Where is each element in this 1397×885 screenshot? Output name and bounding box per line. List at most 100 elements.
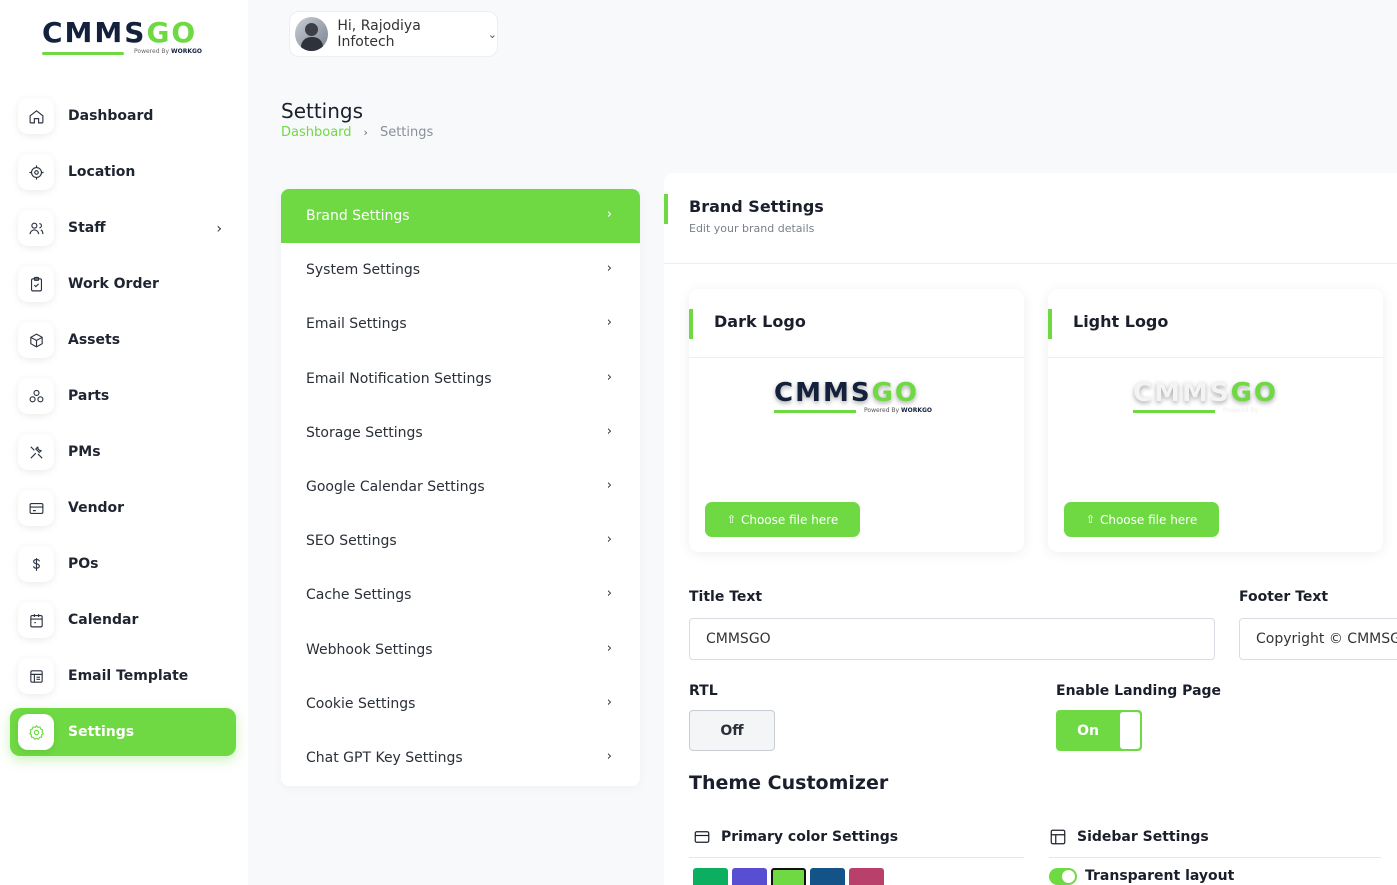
chevron-right-icon: ›: [606, 640, 612, 656]
sidebar-item-label: Calendar: [68, 612, 139, 628]
page-title: Settings: [281, 99, 364, 123]
heading-label: Sidebar Settings: [1077, 829, 1209, 845]
card-icon: [18, 490, 54, 526]
sidebar-item-pms[interactable]: PMs: [10, 428, 236, 476]
settings-menu-label: Chat GPT Key Settings: [306, 749, 463, 766]
chevron-down-icon: ⌄: [487, 27, 497, 41]
logo-wordmark: CMMSGO: [42, 16, 198, 49]
settings-menu-seo[interactable]: SEO Settings ›: [281, 514, 640, 568]
light-logo-card: Light Logo CMMSGO Powered By WORKGO ⇧ Ch…: [1048, 289, 1383, 552]
rtl-toggle[interactable]: Off: [689, 710, 775, 751]
panel-header: Brand Settings Edit your brand details: [664, 173, 1397, 264]
chevron-right-icon: ›: [606, 694, 612, 710]
settings-menu-cache[interactable]: Cache Settings ›: [281, 568, 640, 622]
sidebar-item-location[interactable]: Location: [10, 148, 236, 196]
transparent-layout-toggle[interactable]: [1049, 868, 1077, 885]
settings-menu-label: System Settings: [306, 262, 421, 279]
settings-menu-label: Webhook Settings: [306, 641, 433, 658]
theme-customizer-title: Theme Customizer: [689, 772, 889, 794]
users-icon: [18, 210, 54, 246]
settings-menu-webhook[interactable]: Webhook Settings ›: [281, 623, 640, 677]
settings-menu-email-notification[interactable]: Email Notification Settings ›: [281, 352, 640, 406]
settings-menu-cookie[interactable]: Cookie Settings ›: [281, 677, 640, 731]
gear-icon: [18, 714, 54, 750]
sidebar-item-label: PMs: [68, 444, 101, 460]
color-swatch[interactable]: [693, 868, 728, 885]
landing-page-label: Enable Landing Page: [1056, 683, 1222, 699]
title-text-label: Title Text: [689, 589, 763, 605]
template-icon: [18, 658, 54, 694]
dark-logo-choose-file-button[interactable]: ⇧ Choose file here: [705, 502, 860, 537]
chevron-right-icon: ›: [606, 315, 612, 331]
settings-menu: Brand Settings › System Settings › Email S…: [281, 189, 640, 786]
accent-bar: [689, 309, 693, 339]
sidebar-item-calendar[interactable]: Calendar: [10, 596, 236, 644]
settings-menu-label: Cookie Settings: [306, 695, 416, 712]
sidebar-nav: Dashboard Location Staff › Work Order As…: [10, 92, 236, 764]
upload-icon: ⇧: [726, 513, 736, 526]
color-swatch-selected[interactable]: [771, 868, 806, 885]
location-icon: [18, 154, 54, 190]
light-logo-choose-file-button[interactable]: ⇧ Choose file here: [1064, 502, 1219, 537]
logo-underline: [42, 52, 124, 55]
color-swatch[interactable]: [732, 868, 767, 885]
settings-menu-storage[interactable]: Storage Settings ›: [281, 406, 640, 460]
landing-page-toggle[interactable]: On: [1056, 710, 1142, 751]
upload-icon: ⇧: [1085, 513, 1095, 526]
sidebar-item-label: Parts: [68, 388, 110, 404]
settings-menu-chatgpt[interactable]: Chat GPT Key Settings ›: [281, 731, 640, 785]
primary-color-heading: Primary color Settings: [693, 828, 898, 846]
color-swatch[interactable]: [810, 868, 845, 885]
chevron-right-icon: ›: [606, 207, 612, 222]
settings-menu-label: SEO Settings: [306, 533, 397, 550]
rtl-label: RTL: [689, 683, 718, 699]
title-text-input[interactable]: CMMSGO: [689, 618, 1215, 660]
sidebar-item-label: Assets: [68, 332, 121, 348]
dark-logo-preview: CMMSGO Powered By WORKGO: [689, 379, 1024, 439]
card-header: Light Logo: [1048, 289, 1383, 358]
chevron-right-icon: ›: [606, 748, 612, 764]
sidebar-item-label: Work Order: [68, 276, 159, 292]
card-header: Dark Logo: [689, 289, 1024, 358]
settings-menu-email[interactable]: Email Settings ›: [281, 297, 640, 351]
dollar-icon: [18, 546, 54, 582]
sidebar-settings-heading: Sidebar Settings: [1049, 828, 1209, 846]
sidebar-item-label: POs: [68, 556, 99, 572]
sidebar-item-pos[interactable]: POs: [10, 540, 236, 588]
brand-logo[interactable]: CMMSGO Powered By WORKGO: [42, 18, 212, 60]
sidebar-item-parts[interactable]: Parts: [10, 372, 236, 420]
breadcrumb-current: Settings: [379, 125, 434, 140]
sidebar-item-label: Email Template: [68, 668, 189, 684]
settings-menu-label: Cache Settings: [306, 587, 412, 604]
chevron-right-icon: ›: [606, 586, 612, 602]
toggle-knob: [1120, 712, 1140, 749]
light-logo-preview: CMMSGO Powered By WORKGO: [1048, 379, 1383, 439]
sidebar-item-vendor[interactable]: Vendor: [10, 484, 236, 532]
footer-text-label: Footer Text: [1239, 589, 1329, 605]
color-swatch[interactable]: [849, 868, 884, 885]
settings-menu-system[interactable]: System Settings ›: [281, 243, 640, 297]
panel-subtitle: Edit your brand details: [689, 222, 815, 235]
chevron-right-icon: ›: [363, 126, 368, 139]
settings-menu-label: Email Notification Settings: [306, 370, 492, 387]
panel-title: Brand Settings: [689, 197, 824, 216]
breadcrumb-home-link[interactable]: Dashboard: [281, 125, 352, 140]
settings-menu-label: Storage Settings: [306, 424, 423, 441]
sidebar-item-email-template[interactable]: Email Template: [10, 652, 236, 700]
footer-text-input[interactable]: Copyright © CMMSGO: [1239, 618, 1397, 660]
settings-menu-label: Email Settings: [306, 316, 407, 333]
sidebar-item-dashboard[interactable]: Dashboard: [10, 92, 236, 140]
user-menu[interactable]: Hi, Rajodiya Infotech ⌄: [289, 11, 498, 57]
settings-menu-google-calendar[interactable]: Google Calendar Settings ›: [281, 460, 640, 514]
parts-icon: [18, 378, 54, 414]
settings-menu-brand[interactable]: Brand Settings ›: [281, 189, 640, 244]
settings-menu-label: Brand Settings: [306, 208, 410, 225]
sidebar-item-assets[interactable]: Assets: [10, 316, 236, 364]
sidebar-item-settings[interactable]: Settings: [10, 708, 236, 756]
light-logo-image: CMMSGO Powered By WORKGO: [1133, 378, 1292, 414]
home-icon: [18, 98, 54, 134]
sidebar-item-staff[interactable]: Staff ›: [10, 204, 236, 252]
logo-powered-by: Powered By WORKGO: [134, 48, 203, 55]
sidebar-item-work-order[interactable]: Work Order: [10, 260, 236, 308]
tools-icon: [18, 434, 54, 470]
